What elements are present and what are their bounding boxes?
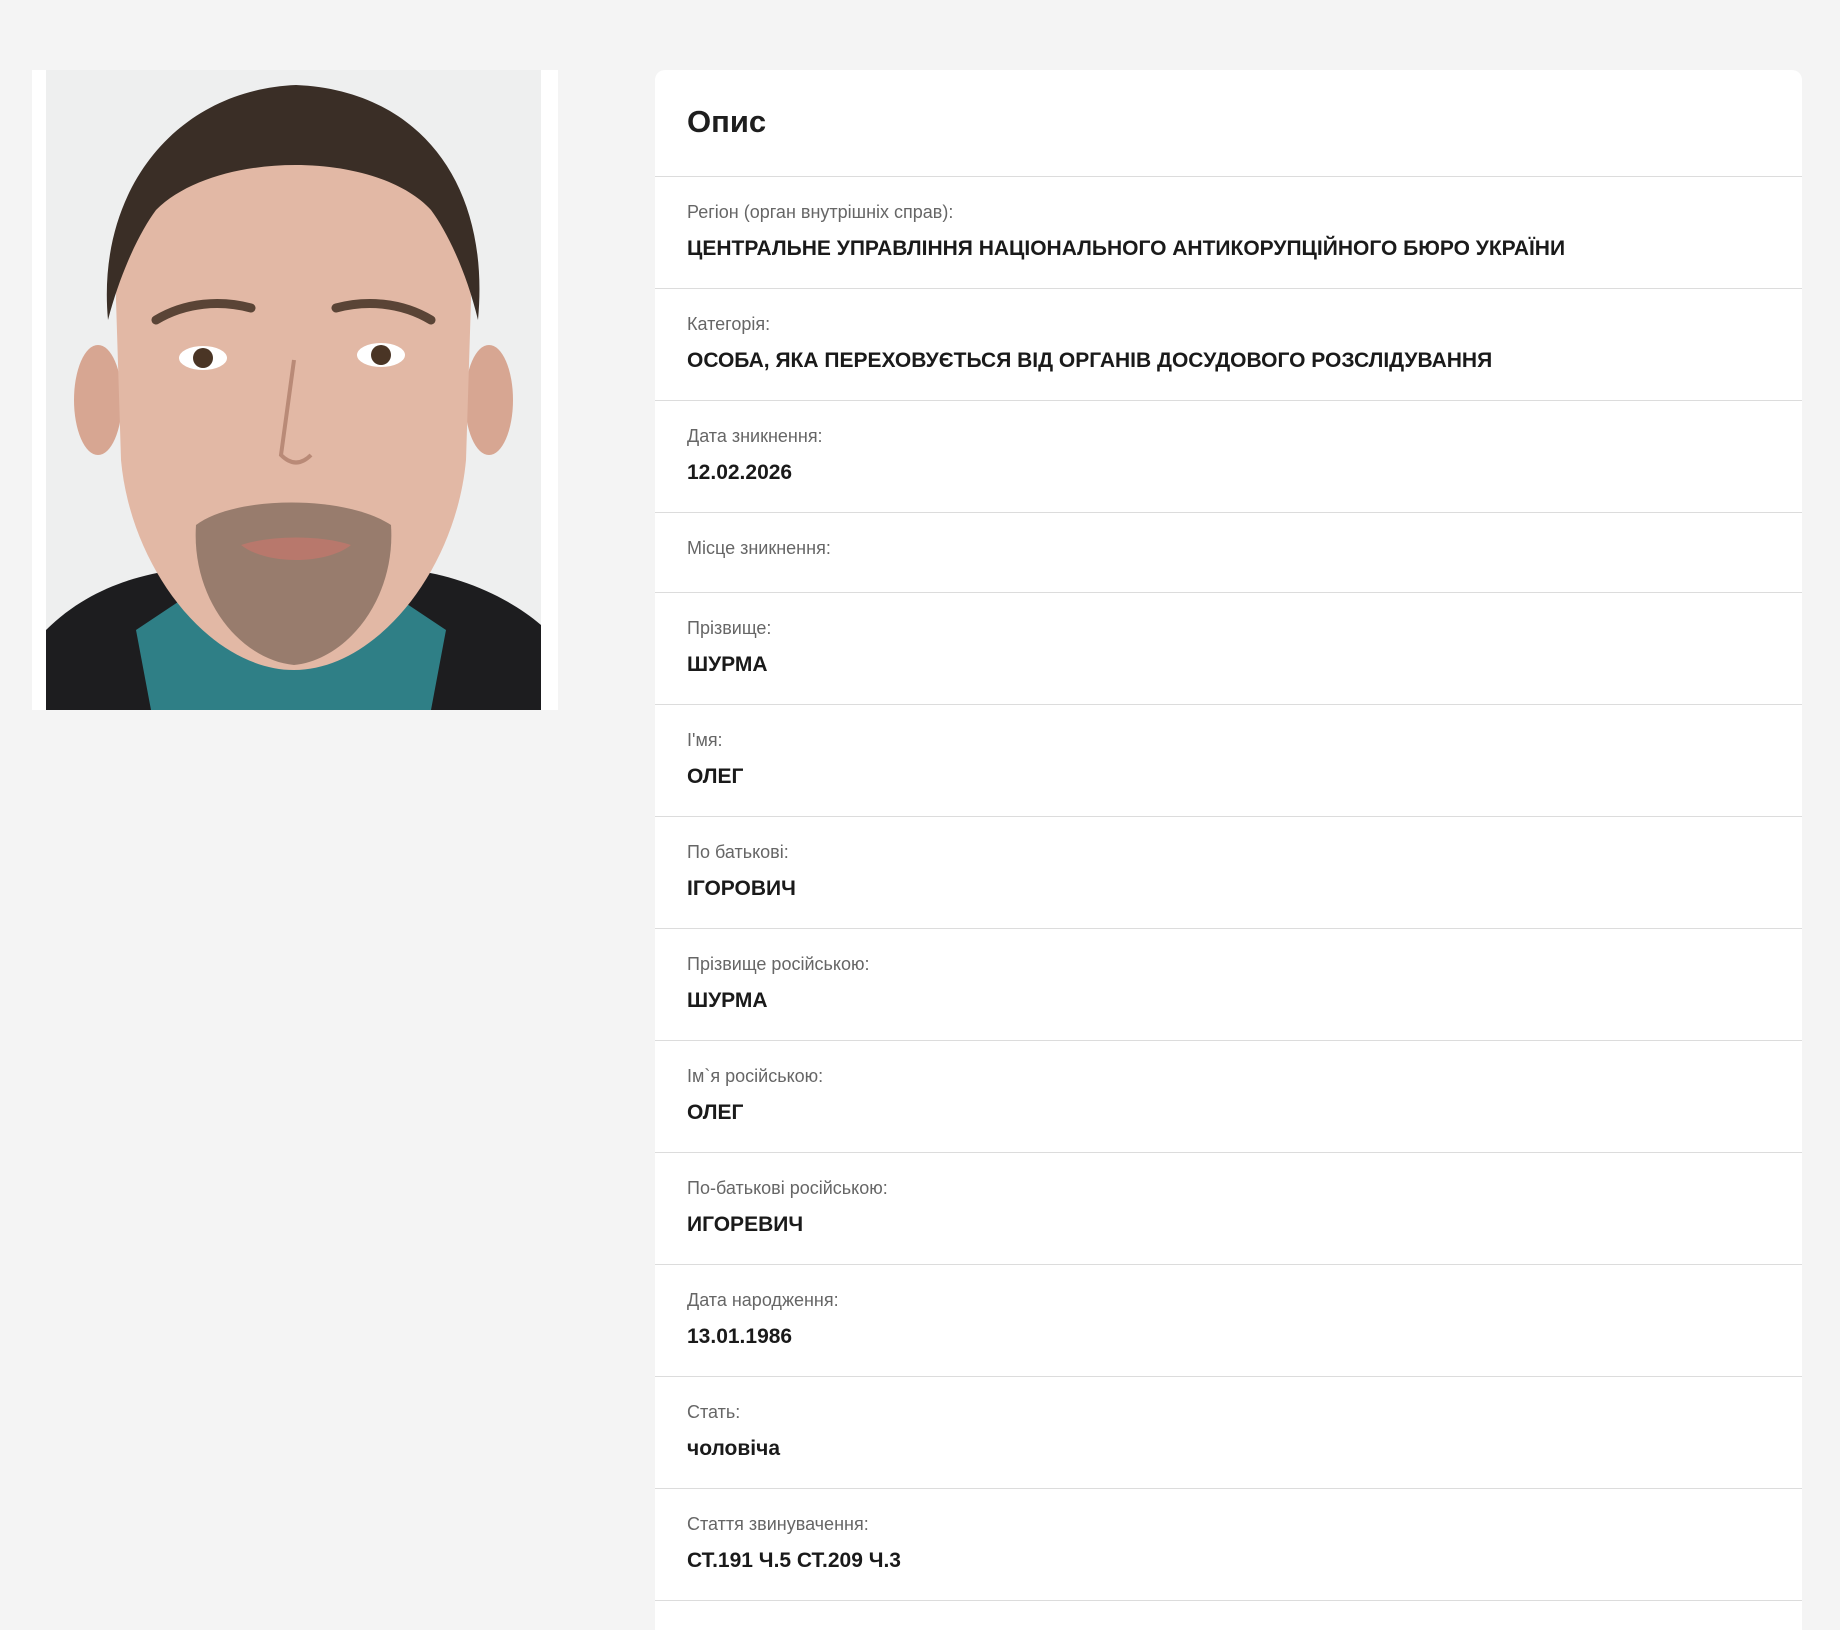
first-name-russian-value: ОЛЕГ [687,1101,744,1124]
row-first-name-russian: Ім`я російською: ОЛЕГ [655,1041,1802,1153]
patronymic-value: ІГОРОВИЧ [687,877,796,900]
first-name-russian-label: Ім`я російською: [687,1066,824,1086]
row-charge-article: Стаття звинувачення: СТ.191 Ч.5 СТ.209 Ч… [655,1489,1802,1601]
birth-date-label: Дата народження: [687,1290,839,1310]
card-header: Опис [655,70,1802,177]
row-sex: Стать: чоловіча [655,1377,1802,1489]
region-value: ЦЕНТРАЛЬНЕ УПРАВЛІННЯ НАЦІОНАЛЬНОГО АНТИ… [687,237,1566,260]
row-category: Категорія: ОСОБА, ЯКА ПЕРЕХОВУЄТЬСЯ ВІД … [655,289,1802,401]
row-patronymic-russian: По-батькові російською: ИГОРЕВИЧ [655,1153,1802,1265]
row-birth-date: Дата народження: 13.01.1986 [655,1265,1802,1377]
category-value: ОСОБА, ЯКА ПЕРЕХОВУЄТЬСЯ ВІД ОРГАНІВ ДОС… [687,349,1493,372]
region-label: Регіон (орган внутрішніх справ): [687,202,954,222]
surname-russian-value: ШУРМА [687,989,768,1012]
row-first-name: І'мя: ОЛЕГ [655,705,1802,817]
patronymic-russian-value: ИГОРЕВИЧ [687,1213,804,1236]
description-card: Опис Регіон (орган внутрішніх справ): ЦЕ… [655,70,1802,1630]
first-name-label: І'мя: [687,730,723,750]
row-region: Регіон (орган внутрішніх справ): ЦЕНТРАЛ… [655,177,1802,289]
sex-label: Стать: [687,1402,741,1422]
first-name-value: ОЛЕГ [687,765,744,788]
row-surname-russian: Прізвище російською: ШУРМА [655,929,1802,1041]
row-surname: Прізвище: ШУРМА [655,593,1802,705]
sex-value: чоловіча [687,1437,781,1460]
surname-russian-label: Прізвище російською: [687,954,870,974]
row-patronymic: По батькові: ІГОРОВИЧ [655,817,1802,929]
portrait-image [46,70,541,710]
patronymic-russian-label: По-батькові російською: [687,1178,888,1198]
surname-label: Прізвище: [687,618,772,638]
category-label: Категорія: [687,314,771,334]
row-disappearance-date: Дата зникнення: 12.02.2026 [655,401,1802,513]
disappearance-date-label: Дата зникнення: [687,426,823,446]
disappearance-place-label: Місце зникнення: [687,538,831,558]
row-disappearance-place: Місце зникнення: [655,513,1802,593]
disappearance-date-value: 12.02.2026 [687,461,793,484]
person-photo [46,70,541,710]
card-title: Опис [687,104,767,139]
birth-date-value: 13.01.1986 [687,1325,793,1348]
patronymic-label: По батькові: [687,842,789,862]
charge-article-value: СТ.191 Ч.5 СТ.209 Ч.3 [687,1549,901,1572]
photo-frame [32,70,558,710]
charge-article-label: Стаття звинувачення: [687,1514,869,1534]
surname-value: ШУРМА [687,653,768,676]
